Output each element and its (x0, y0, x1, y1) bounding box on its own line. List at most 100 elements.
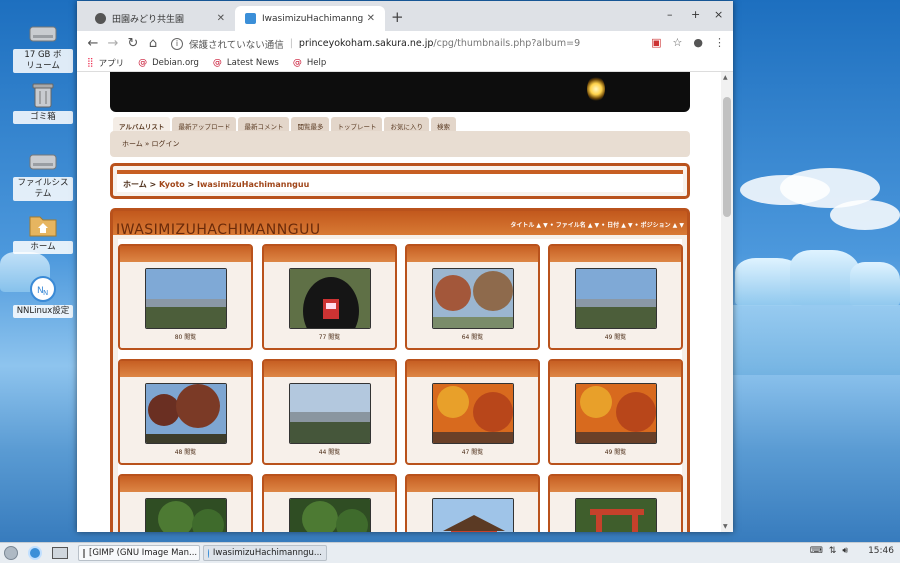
start-menu-icon[interactable] (4, 546, 18, 560)
desktop-icon-home[interactable]: ホーム (13, 212, 73, 254)
close-window-button[interactable]: × (714, 8, 723, 21)
breadcrumb-home[interactable]: ホーム (123, 180, 147, 189)
bookmark-label: Help (306, 58, 327, 68)
thumbnail-image[interactable] (289, 498, 371, 532)
menu-kebab-icon[interactable]: ⋮ (714, 36, 725, 49)
debian-swirl-icon: @ (292, 58, 302, 68)
volume-icon[interactable]: 🔊︎ (842, 546, 848, 556)
scroll-down-icon[interactable]: ▼ (723, 523, 728, 530)
divider: | (289, 38, 293, 49)
site-favicon-icon (245, 13, 256, 24)
desktop-icon-trash[interactable]: ゴミ箱 (13, 82, 73, 124)
blocked-popup-icon[interactable]: ▣ (651, 36, 661, 49)
breadcrumb-sep: > (184, 180, 198, 189)
bookmark-help[interactable]: @ Help (293, 58, 326, 68)
reload-icon[interactable]: ↻ (123, 36, 143, 51)
view-count: 77 閲覧 (318, 334, 341, 341)
thumbnail-cell: 44 閲覧 (262, 359, 397, 465)
thumbnail-image[interactable] (289, 268, 371, 329)
keyboard-icon[interactable]: ⌨ (810, 546, 823, 556)
thumbnail-caption-bar (407, 246, 538, 262)
thumbnail-image[interactable] (575, 268, 657, 329)
thumbnail-cell: 49 閲覧 (548, 359, 683, 465)
thumbnail-image[interactable] (575, 383, 657, 444)
vertical-scrollbar[interactable]: ▲ ▼ (721, 72, 733, 532)
bookmark-label: Debian.org (152, 58, 199, 68)
breadcrumb: ホーム > Kyoto > IwasimizuHachimannguu (117, 170, 683, 192)
view-count: 47 閲覧 (461, 449, 484, 456)
thumbnail-image[interactable] (289, 383, 371, 444)
gimp-icon (83, 548, 85, 558)
thumbnail-cell: 49 閲覧 (548, 244, 683, 350)
bookmark-star-icon[interactable]: ☆ (673, 36, 683, 49)
desktop-icon-volume[interactable]: 17 GB ボ リューム (13, 20, 73, 73)
url-host: princeyokoham.sakura.ne.jp (298, 38, 434, 49)
info-icon[interactable]: i (171, 37, 183, 50)
thumbnail-caption-bar (407, 476, 538, 492)
page-viewport: アルバムリスト 最新アップロード 最新コメント 閲覧最多 トップレート お気に入… (77, 72, 721, 532)
desktop-icon-filesystem[interactable]: ファイルシステム (13, 148, 73, 201)
desktop-icon-settings[interactable]: NN NNLinux設定 (13, 276, 73, 318)
thumbnail-image[interactable] (145, 383, 227, 444)
thumbnail-image[interactable] (432, 498, 514, 532)
home-icon[interactable]: ⌂ (143, 36, 163, 51)
thumbnail-cell: 64 閲覧 (405, 244, 540, 350)
tab-denen[interactable]: 田園みどり共生園 ✕ (85, 6, 235, 31)
chrome-icon (208, 548, 209, 558)
view-count: 48 閲覧 (174, 449, 197, 456)
minimize-button[interactable]: – (667, 8, 673, 21)
lamp-glow (587, 76, 605, 102)
breadcrumb-album[interactable]: IwasimizuHachimannguu (197, 180, 309, 189)
breadcrumb-kyoto[interactable]: Kyoto (159, 180, 185, 189)
close-tab-icon[interactable]: ✕ (217, 13, 225, 24)
forward-arrow-icon[interactable]: → (103, 36, 123, 51)
view-count: 49 閲覧 (604, 449, 627, 456)
thumbnail-image[interactable] (575, 498, 657, 532)
clock[interactable]: 15:46 (868, 546, 894, 556)
scroll-up-icon[interactable]: ▲ (723, 74, 728, 81)
drive-icon (28, 20, 58, 46)
network-icon[interactable]: ⇅ (829, 546, 837, 556)
thumbnail-image[interactable] (145, 268, 227, 329)
thumbnail-caption-bar (264, 246, 395, 262)
tab-iwasimizu[interactable]: IwasimizuHachimannguu ✕ (235, 6, 385, 31)
back-arrow-icon[interactable]: ← (83, 36, 103, 51)
thumbnail-image[interactable] (432, 268, 514, 329)
bookmark-debian[interactable]: @ Debian.org (138, 58, 199, 68)
scroll-thumb[interactable] (723, 97, 731, 217)
sort-options[interactable]: タイトル ▲ ▼ • ファイル名 ▲ ▼ • 日付 ▲ ▼ • ポジション ▲ … (510, 220, 684, 229)
address-bar[interactable]: i 保護されていない通信 | princeyokoham.sakura.ne.j… (171, 34, 663, 53)
thumbnail-caption-bar (120, 476, 251, 492)
thumbnail-caption-bar (550, 246, 681, 262)
show-desktop-icon[interactable] (52, 547, 68, 559)
thumbnail-caption-bar (120, 246, 251, 262)
account-icon[interactable]: ● (693, 36, 703, 49)
taskbar-window-gimp[interactable]: [GIMP (GNU Image Man... (78, 545, 200, 561)
thumbnail-caption-bar (120, 361, 251, 377)
harddisk-icon (28, 148, 58, 174)
thumbnail-cell: 47 閲覧 (405, 359, 540, 465)
close-tab-icon[interactable]: ✕ (367, 13, 375, 24)
maximize-button[interactable]: + (691, 8, 700, 21)
bookmark-label: Latest News (226, 58, 279, 68)
system-tray: ⌨ ⇅ 🔊︎ 15:46 (810, 546, 894, 556)
thumbnail-caption-bar (407, 361, 538, 377)
apps-grid-icon: ⣿ (87, 58, 94, 68)
desktop-icon-label: 17 GB ボ リューム (13, 49, 73, 73)
thumbnail-image[interactable] (145, 498, 227, 532)
thumbnail-image[interactable] (432, 383, 514, 444)
thumbnail-caption-bar (264, 476, 395, 492)
thumbnail-cell (118, 474, 253, 532)
trash-icon (28, 82, 58, 108)
browser-launcher-icon[interactable] (28, 546, 42, 560)
svg-text:N: N (43, 289, 48, 297)
bookmark-latest-news[interactable]: @ Latest News (213, 58, 279, 68)
new-tab-button[interactable]: + (391, 8, 404, 26)
tab-bar: 田園みどり共生園 ✕ IwasimizuHachimannguu ✕ + – +… (77, 1, 733, 31)
bookmark-apps[interactable]: ⣿ アプリ (87, 57, 124, 69)
desktop-icon-label: NNLinux設定 (13, 305, 73, 318)
login-breadcrumb[interactable]: ホーム » ログイン (110, 131, 690, 157)
taskbar-window-browser[interactable]: IwasimizuHachimanngu... (203, 545, 327, 561)
globe-icon (95, 13, 106, 24)
thumbnail-cell (405, 474, 540, 532)
